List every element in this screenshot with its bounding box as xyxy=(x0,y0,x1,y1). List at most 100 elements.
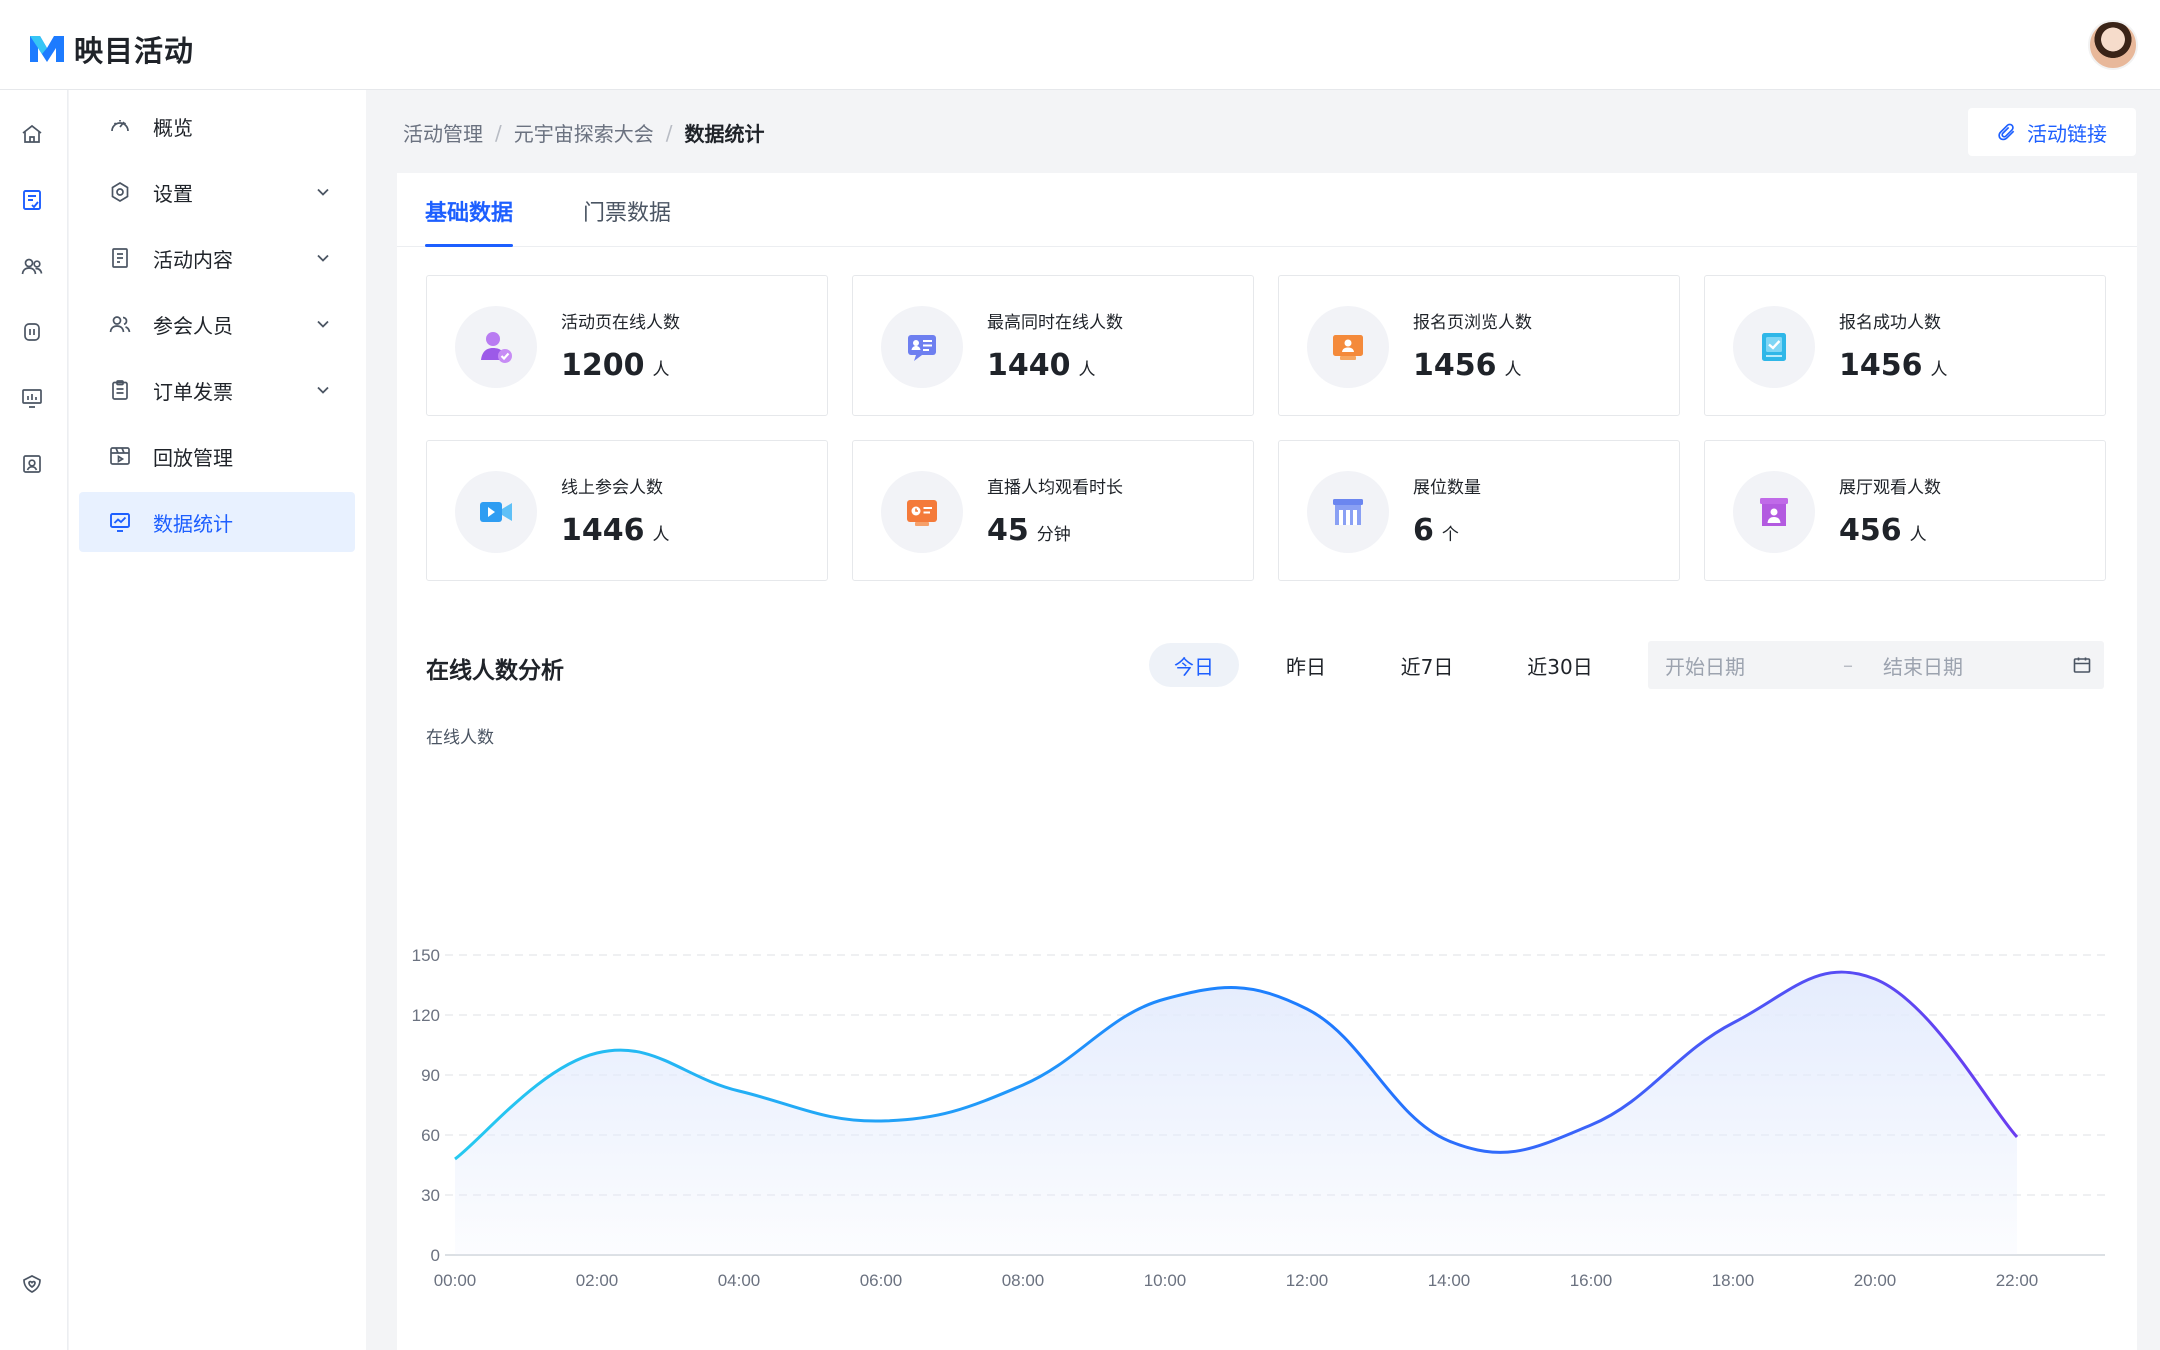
chat-card-icon xyxy=(881,306,963,388)
stat-card: 展位数量 6个 xyxy=(1278,440,1680,581)
start-date-field[interactable]: 开始日期 xyxy=(1665,651,1825,680)
stat-card: 活动页在线人数 1200 人 xyxy=(426,275,828,416)
stat-label: 报名成功人数 xyxy=(1839,313,1941,333)
range-yesterday-button[interactable]: 昨日 xyxy=(1261,643,1351,687)
app-logo[interactable]: 映目活动 xyxy=(28,28,194,70)
data-point[interactable] xyxy=(1872,976,1878,982)
stat-label: 线上参会人数 xyxy=(561,478,663,498)
data-point[interactable] xyxy=(1020,1082,1026,1088)
booth-icon xyxy=(1307,471,1389,553)
playback-icon xyxy=(107,443,133,469)
sidebar-item-settings[interactable]: 设置 xyxy=(79,162,355,222)
chevron-down-icon[interactable] xyxy=(313,248,333,268)
stat-card: 线上参会人数 1446 人 xyxy=(426,440,828,581)
range-30days-button[interactable]: 近30日 xyxy=(1505,643,1615,687)
stat-card: 直播人均观看时长 45 分钟 xyxy=(852,440,1254,581)
x-tick-label: 02:00 xyxy=(576,1271,619,1290)
breadcrumb: 活动管理 / 元宇宙探索大会 / 数据统计 xyxy=(403,118,765,147)
chevron-down-icon[interactable] xyxy=(313,182,333,202)
gear-icon xyxy=(107,179,133,205)
tab-ticket-data[interactable]: 门票数据 xyxy=(583,195,671,247)
data-point[interactable] xyxy=(1162,996,1168,1002)
hall-viewer-icon xyxy=(1733,471,1815,553)
date-separator: – xyxy=(1843,653,1853,677)
chart-monitor-icon xyxy=(107,509,133,535)
stat-card: 报名成功人数 1456 人 xyxy=(1704,275,2106,416)
monitor-icon[interactable] xyxy=(18,384,46,412)
paperclip-icon xyxy=(1998,123,2015,141)
stat-value: 456 人 xyxy=(1839,513,1927,548)
breadcrumb-current: 数据统计 xyxy=(684,122,765,146)
x-tick-label: 06:00 xyxy=(860,1271,903,1290)
stat-value: 1440 人 xyxy=(987,348,1096,383)
icon-rail xyxy=(0,90,68,1350)
sidebar-item-label: 回放管理 xyxy=(153,445,233,470)
sidebar-item-label: 活动内容 xyxy=(153,247,233,272)
breadcrumb-item[interactable]: 活动管理 xyxy=(403,118,483,147)
sidebar-item-content[interactable]: 活动内容 xyxy=(79,228,355,288)
chevron-down-icon[interactable] xyxy=(313,314,333,334)
chevron-down-icon[interactable] xyxy=(313,380,333,400)
stat-card: 最高同时在线人数 1440 人 xyxy=(852,275,1254,416)
tab-bar: 基础数据 门票数据 xyxy=(397,173,2137,247)
dashboard-icon xyxy=(107,113,133,139)
avatar[interactable] xyxy=(2088,20,2138,70)
document-icon xyxy=(107,245,133,271)
data-point[interactable] xyxy=(736,1088,742,1094)
x-tick-label: 08:00 xyxy=(1002,1271,1045,1290)
range-today-button[interactable]: 今日 xyxy=(1149,643,1239,687)
online-users-chart: 0 30 60 90 120 150 00:00 02:00 04:00 06:00 08:00 10… xyxy=(397,713,2137,1313)
data-point[interactable] xyxy=(2014,1134,2020,1140)
stat-value: 1456 人 xyxy=(1839,348,1948,383)
home-icon[interactable] xyxy=(18,120,46,148)
data-point[interactable] xyxy=(452,1156,458,1162)
sidebar-item-overview[interactable]: 概览 xyxy=(79,96,355,156)
contact-card-icon[interactable] xyxy=(18,450,46,478)
x-tick-label: 10:00 xyxy=(1144,1271,1187,1290)
y-tick-label: 0 xyxy=(431,1246,440,1265)
x-tick-label: 12:00 xyxy=(1286,1271,1329,1290)
end-date-field[interactable]: 结束日期 xyxy=(1883,651,2053,680)
data-point[interactable] xyxy=(1304,1006,1310,1012)
stat-value: 1446 人 xyxy=(561,513,670,548)
date-range-picker[interactable]: 开始日期 – 结束日期 xyxy=(1648,641,2104,689)
device-icon[interactable] xyxy=(18,318,46,346)
sidebar-item-playback[interactable]: 回放管理 xyxy=(79,426,355,486)
x-tick-label: 14:00 xyxy=(1428,1271,1471,1290)
stat-label: 活动页在线人数 xyxy=(561,313,680,333)
range-7days-button[interactable]: 近7日 xyxy=(1379,643,1475,687)
stat-label: 展位数量 xyxy=(1413,478,1481,498)
stat-value: 6个 xyxy=(1413,513,1459,548)
breadcrumb-item[interactable]: 元宇宙探索大会 xyxy=(514,118,654,147)
sidebar-item-label: 概览 xyxy=(153,115,193,140)
sidebar-item-orders[interactable]: 订单发票 xyxy=(79,360,355,420)
data-point[interactable] xyxy=(1588,1122,1594,1128)
data-point[interactable] xyxy=(878,1118,884,1124)
people-icon xyxy=(107,311,133,337)
video-camera-icon xyxy=(455,471,537,553)
stat-card: 报名页浏览人数 1456 人 xyxy=(1278,275,1680,416)
tab-basic-data[interactable]: 基础数据 xyxy=(425,195,514,247)
data-point[interactable] xyxy=(1446,1138,1452,1144)
calendar-icon[interactable] xyxy=(2072,655,2092,675)
shield-heart-icon[interactable] xyxy=(18,1270,46,1298)
checked-book-icon xyxy=(1733,306,1815,388)
stat-label: 直播人均观看时长 xyxy=(987,478,1123,498)
top-bar: 映目活动 xyxy=(0,0,2160,90)
clipboard-icon xyxy=(107,377,133,403)
data-point[interactable] xyxy=(1730,1020,1736,1026)
x-tick-label: 16:00 xyxy=(1570,1271,1613,1290)
activity-icon[interactable] xyxy=(18,186,46,214)
breadcrumb-separator: / xyxy=(495,120,502,145)
people-icon[interactable] xyxy=(18,252,46,280)
activity-link-button[interactable]: 活动链接 xyxy=(1968,108,2136,156)
data-point[interactable] xyxy=(594,1050,600,1056)
x-tick-label: 20:00 xyxy=(1854,1271,1897,1290)
stat-value: 1200 人 xyxy=(561,348,670,383)
breadcrumb-separator: / xyxy=(665,120,673,145)
sidebar-item-statistics[interactable]: 数据统计 xyxy=(79,492,355,552)
y-tick-label: 120 xyxy=(412,1006,440,1025)
analysis-title: 在线人数分析 xyxy=(426,658,564,684)
sidebar-item-attendees[interactable]: 参会人员 xyxy=(79,294,355,354)
logo-icon xyxy=(30,36,64,62)
